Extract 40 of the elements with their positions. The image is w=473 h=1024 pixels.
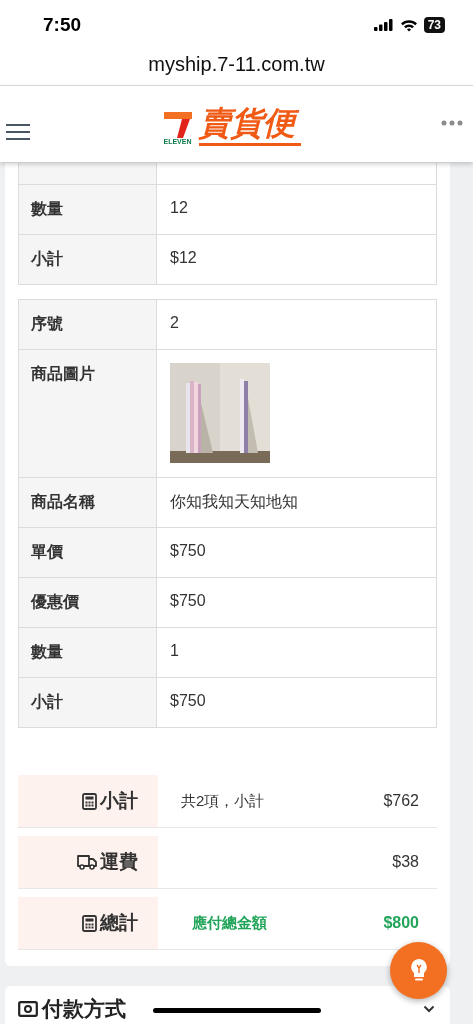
address-bar[interactable]: myship.7-11.com.tw bbox=[0, 50, 473, 86]
table-cell-text: 你知我知天知地知 bbox=[169, 492, 299, 512]
table-cell: 小計 bbox=[19, 678, 157, 727]
table-cell: 小計 bbox=[19, 235, 157, 284]
wifi-icon bbox=[399, 18, 418, 32]
table-cell-text: 12 bbox=[169, 198, 189, 218]
signal-icon bbox=[373, 19, 394, 31]
table-cell-text: $750 bbox=[169, 591, 207, 611]
truck-icon bbox=[77, 854, 97, 870]
table-cell: 商品圖片 bbox=[19, 350, 157, 477]
more-icon[interactable] bbox=[441, 120, 463, 126]
summary-amount: $762 bbox=[383, 792, 420, 810]
cash-icon bbox=[18, 1001, 38, 1017]
calculator-icon bbox=[82, 792, 97, 810]
table-cell: 單價 bbox=[19, 528, 157, 577]
summary-label-text: 小計 bbox=[100, 789, 138, 813]
summary-label-text: 總計 bbox=[100, 911, 138, 935]
summary-note: 應付總金額 bbox=[191, 913, 268, 933]
table-cell: 優惠價 bbox=[19, 578, 157, 627]
chevron-down-icon[interactable] bbox=[423, 1005, 435, 1013]
table-cell: 序號 bbox=[19, 300, 157, 349]
table-cell: 數量 bbox=[19, 628, 157, 677]
table-cell-text: $12 bbox=[169, 248, 198, 268]
table-cell: 商品名稱 bbox=[19, 478, 157, 527]
section-title: 付款方式 bbox=[42, 997, 126, 1021]
table-cell: 數量 bbox=[19, 185, 157, 234]
menu-icon[interactable] bbox=[6, 123, 30, 141]
summary-amount: $38 bbox=[392, 853, 420, 871]
table-cell-text: 2 bbox=[169, 313, 180, 333]
summary-note: 共2項，小計 bbox=[180, 791, 266, 811]
table-cell-text: 1 bbox=[169, 641, 180, 661]
status-time: 7:50 bbox=[43, 14, 82, 36]
calculator-icon bbox=[82, 914, 97, 932]
payment-card[interactable]: 付款方式 bbox=[5, 986, 450, 1024]
summary-amount: $800 bbox=[383, 914, 420, 932]
table-cell-text: $750 bbox=[169, 691, 207, 711]
lightbulb-icon bbox=[408, 957, 429, 984]
summary-label-text: 運費 bbox=[100, 850, 138, 874]
table-cell-text: $750 bbox=[169, 541, 207, 561]
battery-icon: 73 bbox=[423, 17, 445, 33]
